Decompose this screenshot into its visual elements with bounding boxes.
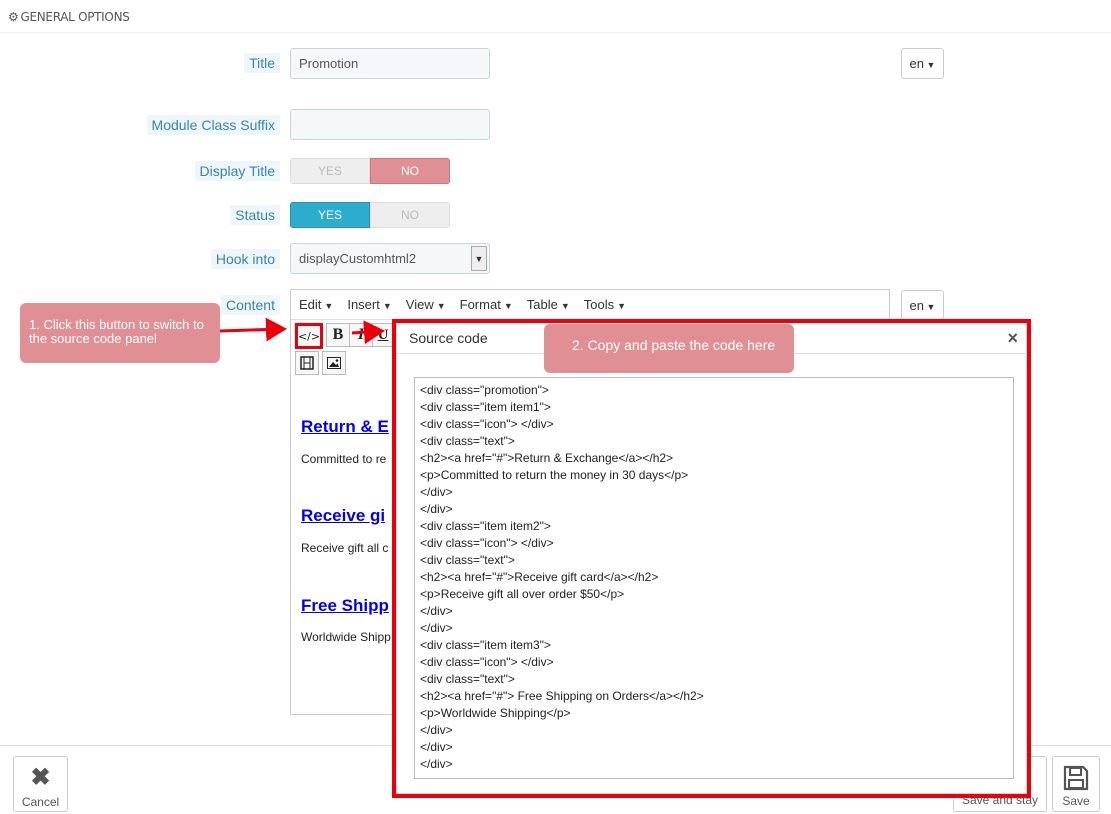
source-code-textarea[interactable]: <div class="promotion"> <div class="item… bbox=[414, 377, 1014, 779]
dialog-title: Source code bbox=[409, 330, 488, 346]
close-icon[interactable]: × bbox=[1007, 328, 1018, 349]
arrow-to-source-dialog bbox=[351, 320, 385, 345]
instruction-callout-2-text: 2. Copy and paste the code here bbox=[572, 337, 776, 353]
instruction-callout-2: 2. Copy and paste the code here bbox=[544, 324, 794, 373]
arrow-to-source-button bbox=[219, 317, 287, 342]
